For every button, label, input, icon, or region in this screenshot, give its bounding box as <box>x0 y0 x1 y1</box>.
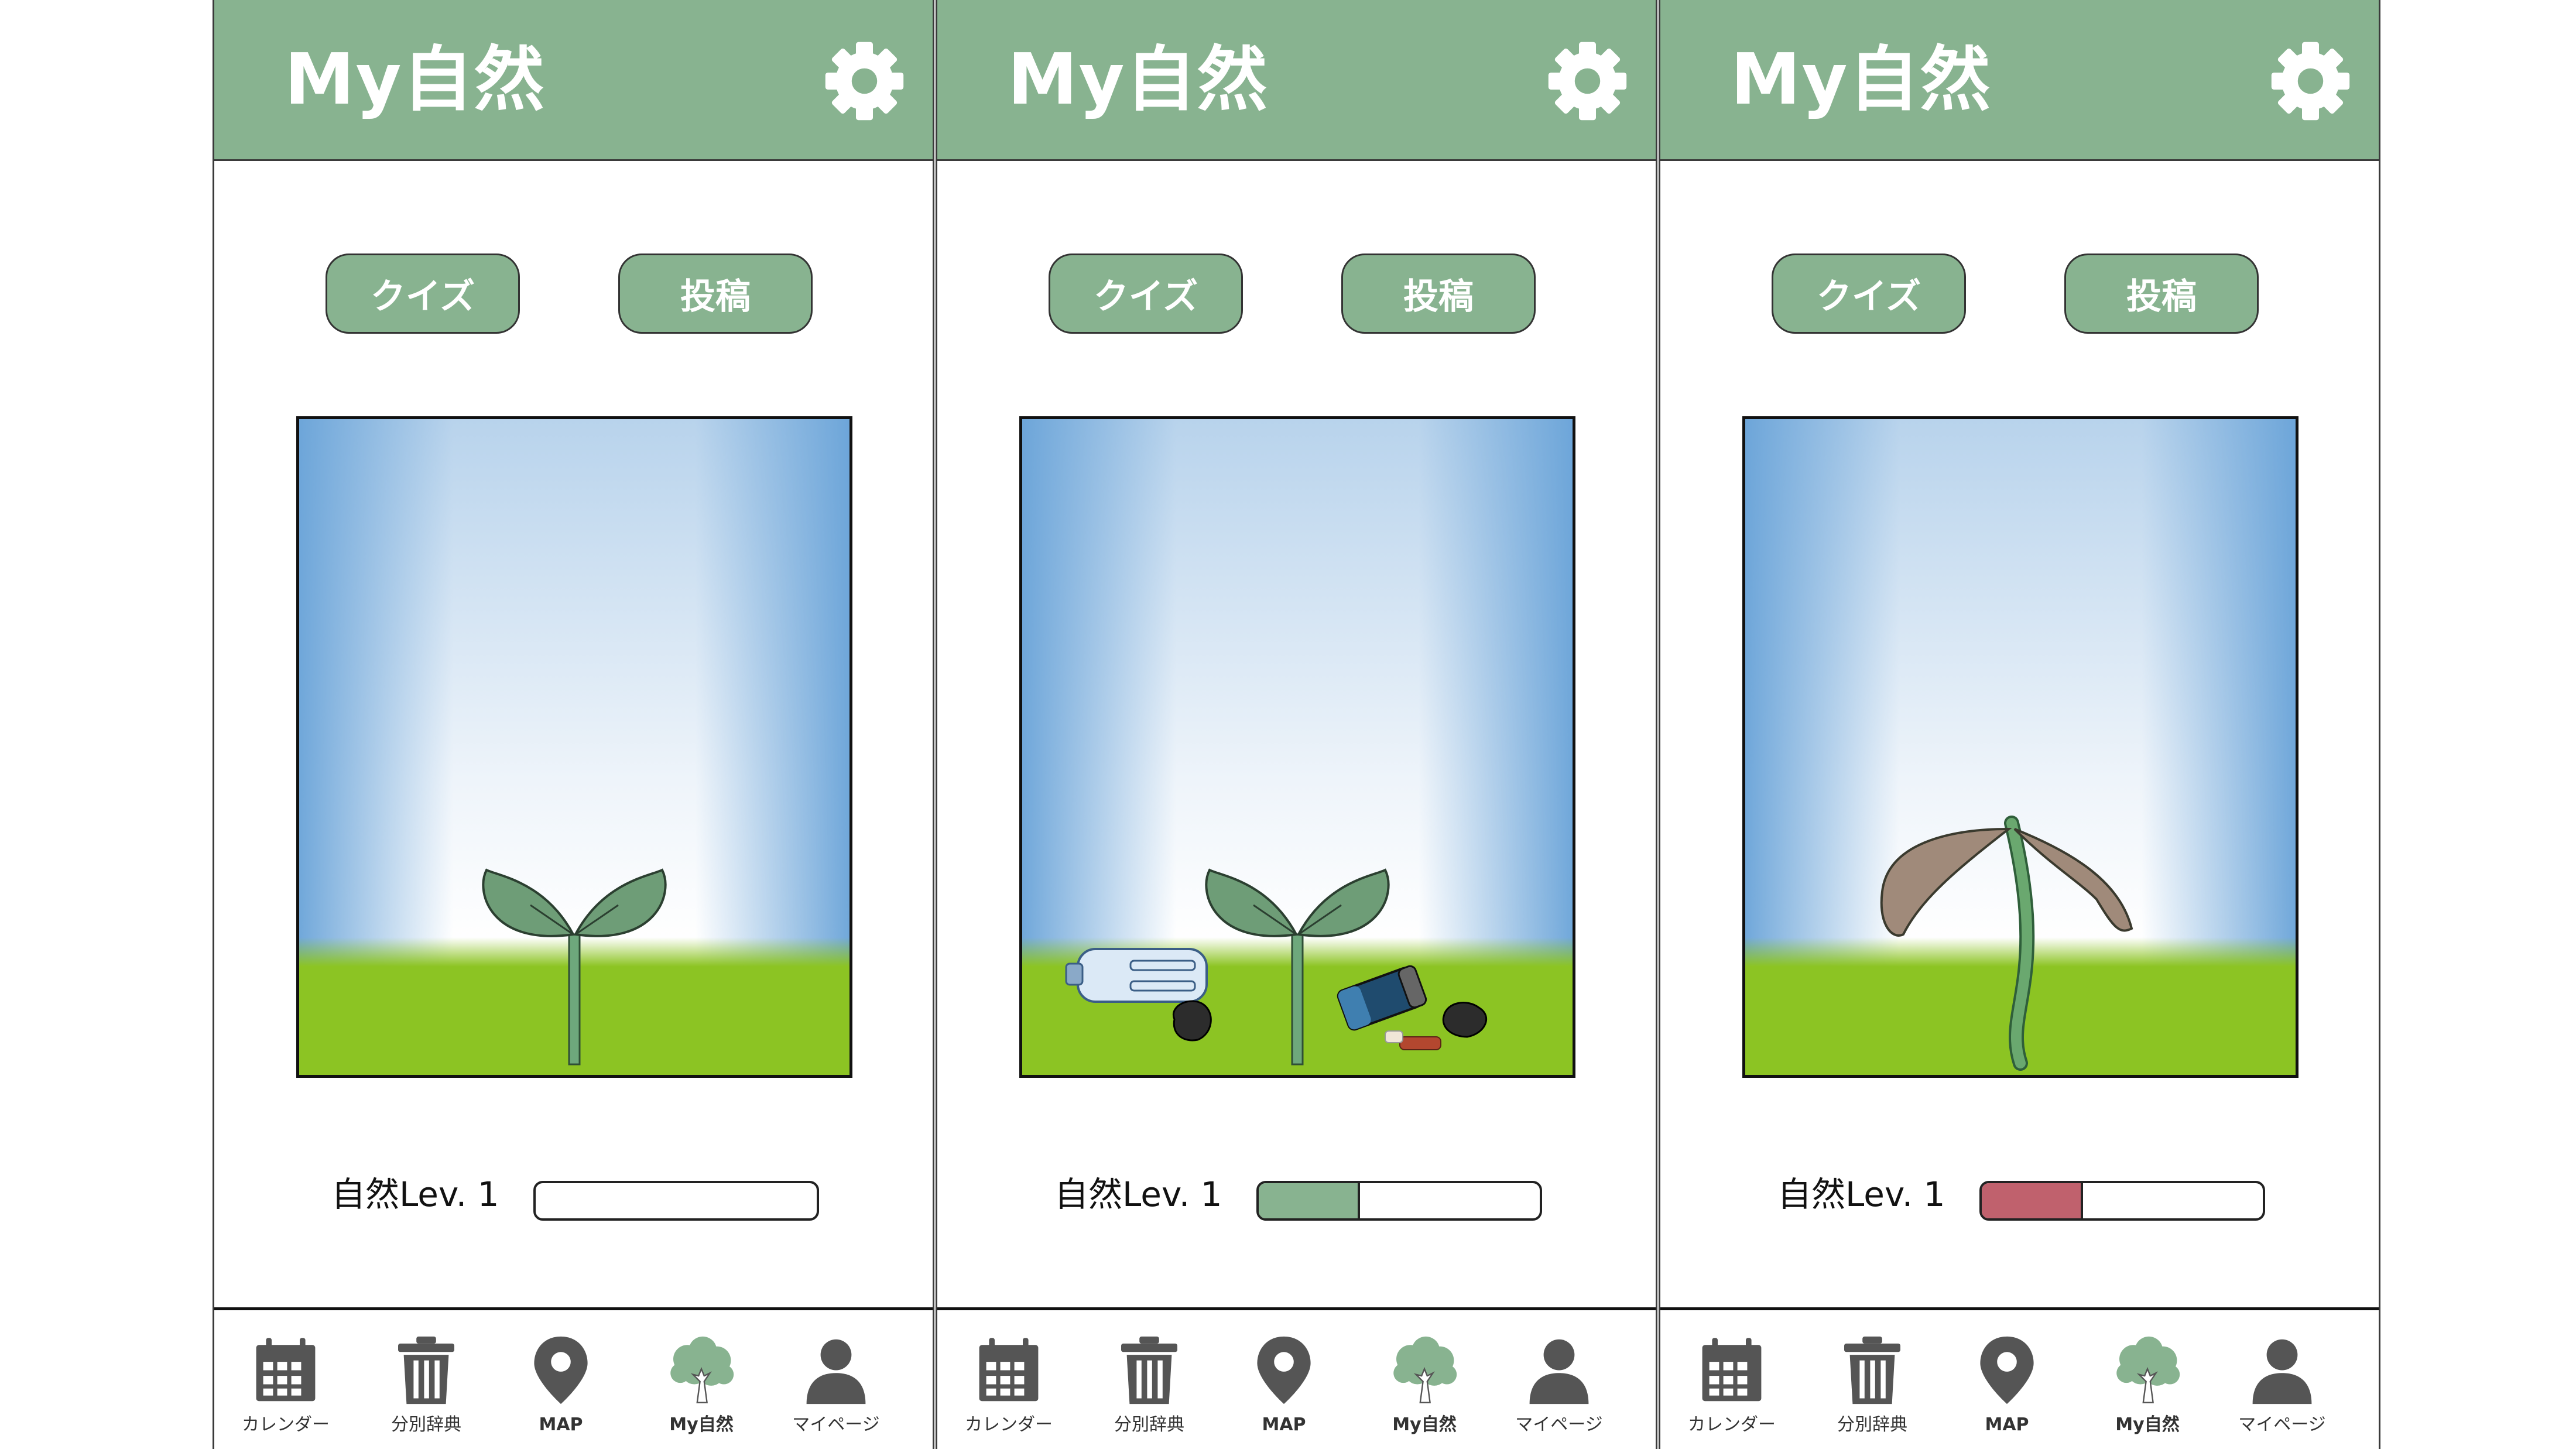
nature-scene <box>1019 416 1575 1078</box>
app-title: My自然 <box>285 39 546 121</box>
tab-person[interactable]: マイページ <box>777 1310 895 1449</box>
post-button[interactable]: 投稿 <box>618 254 813 334</box>
tab-map-pin[interactable]: MAP <box>502 1310 619 1449</box>
map-pin-icon <box>1972 1334 2042 1407</box>
nature-level-label: 自然Lev. 1 <box>331 1174 499 1214</box>
wilted-plant <box>1880 816 2133 1071</box>
app-header: My自然 <box>937 0 1656 161</box>
tab-tree[interactable]: My自然 <box>643 1310 760 1449</box>
nature-scene <box>296 416 852 1078</box>
person-icon <box>801 1334 871 1407</box>
app-screen: My自然 クイズ 投稿 自然Lev. 1 カレンダー 分別辞典 MAP My自然… <box>1659 0 2380 1449</box>
app-screen: My自然 クイズ 投稿 自然Lev. 1 カレンダー 分別辞典 MAP My自然… <box>213 0 934 1449</box>
tree-icon <box>1389 1334 1460 1407</box>
bottom-tab-bar: カレンダー 分別辞典 MAP My自然 マイページ <box>214 1307 933 1449</box>
litter-group <box>1065 948 1487 1050</box>
tab-calendar[interactable]: カレンダー <box>227 1310 344 1449</box>
quiz-button[interactable]: クイズ <box>1049 254 1243 334</box>
scene-art <box>482 868 667 1066</box>
post-button[interactable]: 投稿 <box>1341 254 1536 334</box>
app-header: My自然 <box>214 0 933 161</box>
trash-can-icon <box>1837 1334 1907 1407</box>
bottom-tab-bar: カレンダー 分別辞典 MAP My自然 マイページ <box>1660 1307 2379 1449</box>
tab-map-pin[interactable]: MAP <box>1225 1310 1342 1449</box>
calendar-icon <box>974 1334 1044 1407</box>
tab-label: MAP <box>539 1414 583 1435</box>
app-title: My自然 <box>1731 39 1992 121</box>
trash-can-icon <box>391 1334 461 1407</box>
gear-icon[interactable] <box>1545 39 1630 124</box>
tab-person[interactable]: マイページ <box>2224 1310 2341 1449</box>
sprout-plant <box>482 868 667 1066</box>
tab-tree[interactable]: My自然 <box>1366 1310 1483 1449</box>
tab-label: カレンダー <box>242 1414 330 1435</box>
tab-label: 分別辞典 <box>1114 1414 1184 1435</box>
map-pin-icon <box>1249 1334 1319 1407</box>
gear-icon[interactable] <box>822 39 907 124</box>
tab-label: 分別辞典 <box>391 1414 461 1435</box>
bottom-tab-bar: カレンダー 分別辞典 MAP My自然 マイページ <box>937 1307 1656 1449</box>
tab-label: MAP <box>1985 1414 2029 1435</box>
tab-label: カレンダー <box>1688 1414 1776 1435</box>
person-icon <box>1524 1334 1594 1407</box>
tree-icon <box>2112 1334 2183 1407</box>
cigarette-icon <box>1399 1036 1441 1050</box>
tab-label: My自然 <box>2115 1414 2180 1435</box>
tab-label: マイページ <box>2238 1414 2326 1435</box>
nature-scene <box>1742 416 2298 1078</box>
scene-art <box>1880 816 2133 1071</box>
nature-level-bar <box>1979 1181 2265 1221</box>
tab-label: My自然 <box>669 1414 734 1435</box>
tab-trash-can[interactable]: 分別辞典 <box>1814 1310 1931 1449</box>
tree-icon <box>666 1334 737 1407</box>
post-button[interactable]: 投稿 <box>2064 254 2259 334</box>
tab-person[interactable]: マイページ <box>1501 1310 1618 1449</box>
calendar-icon <box>251 1334 321 1407</box>
tab-tree[interactable]: My自然 <box>2089 1310 2206 1449</box>
tab-calendar[interactable]: カレンダー <box>1673 1310 1790 1449</box>
tab-label: My自然 <box>1392 1414 1457 1435</box>
nature-level-label: 自然Lev. 1 <box>1777 1174 1945 1214</box>
quiz-button[interactable]: クイズ <box>326 254 520 334</box>
tab-calendar[interactable]: カレンダー <box>950 1310 1067 1449</box>
rock-icon <box>1442 1002 1487 1038</box>
nature-level-bar <box>1256 1181 1542 1221</box>
battery-icon <box>1337 965 1427 1031</box>
tab-label: カレンダー <box>965 1414 1053 1435</box>
nature-level-bar <box>533 1181 819 1221</box>
app-header: My自然 <box>1660 0 2379 161</box>
app-title: My自然 <box>1008 39 1269 121</box>
nature-level-fill <box>1982 1183 2083 1218</box>
tab-label: マイページ <box>1515 1414 1603 1435</box>
tab-label: マイページ <box>792 1414 880 1435</box>
trash-can-icon <box>1114 1334 1184 1407</box>
sprout-plant <box>1205 868 1390 1066</box>
app-screen: My自然 クイズ 投稿 自然Lev. 1 カレンダー 分別辞典 MAP My自然… <box>936 0 1657 1449</box>
tab-trash-can[interactable]: 分別辞典 <box>1091 1310 1208 1449</box>
quiz-button[interactable]: クイズ <box>1772 254 1966 334</box>
rock-icon <box>1172 1000 1212 1042</box>
scene-art <box>1065 868 1487 1066</box>
map-pin-icon <box>526 1334 596 1407</box>
gear-icon[interactable] <box>2268 39 2353 124</box>
tab-trash-can[interactable]: 分別辞典 <box>368 1310 485 1449</box>
plastic-bottle-icon <box>1065 948 1208 1003</box>
nature-level-fill <box>1259 1183 1360 1218</box>
person-icon <box>2247 1334 2317 1407</box>
tab-map-pin[interactable]: MAP <box>1948 1310 2065 1449</box>
nature-level-label: 自然Lev. 1 <box>1054 1174 1222 1214</box>
tab-label: 分別辞典 <box>1837 1414 1907 1435</box>
calendar-icon <box>1697 1334 1767 1407</box>
tab-label: MAP <box>1262 1414 1306 1435</box>
